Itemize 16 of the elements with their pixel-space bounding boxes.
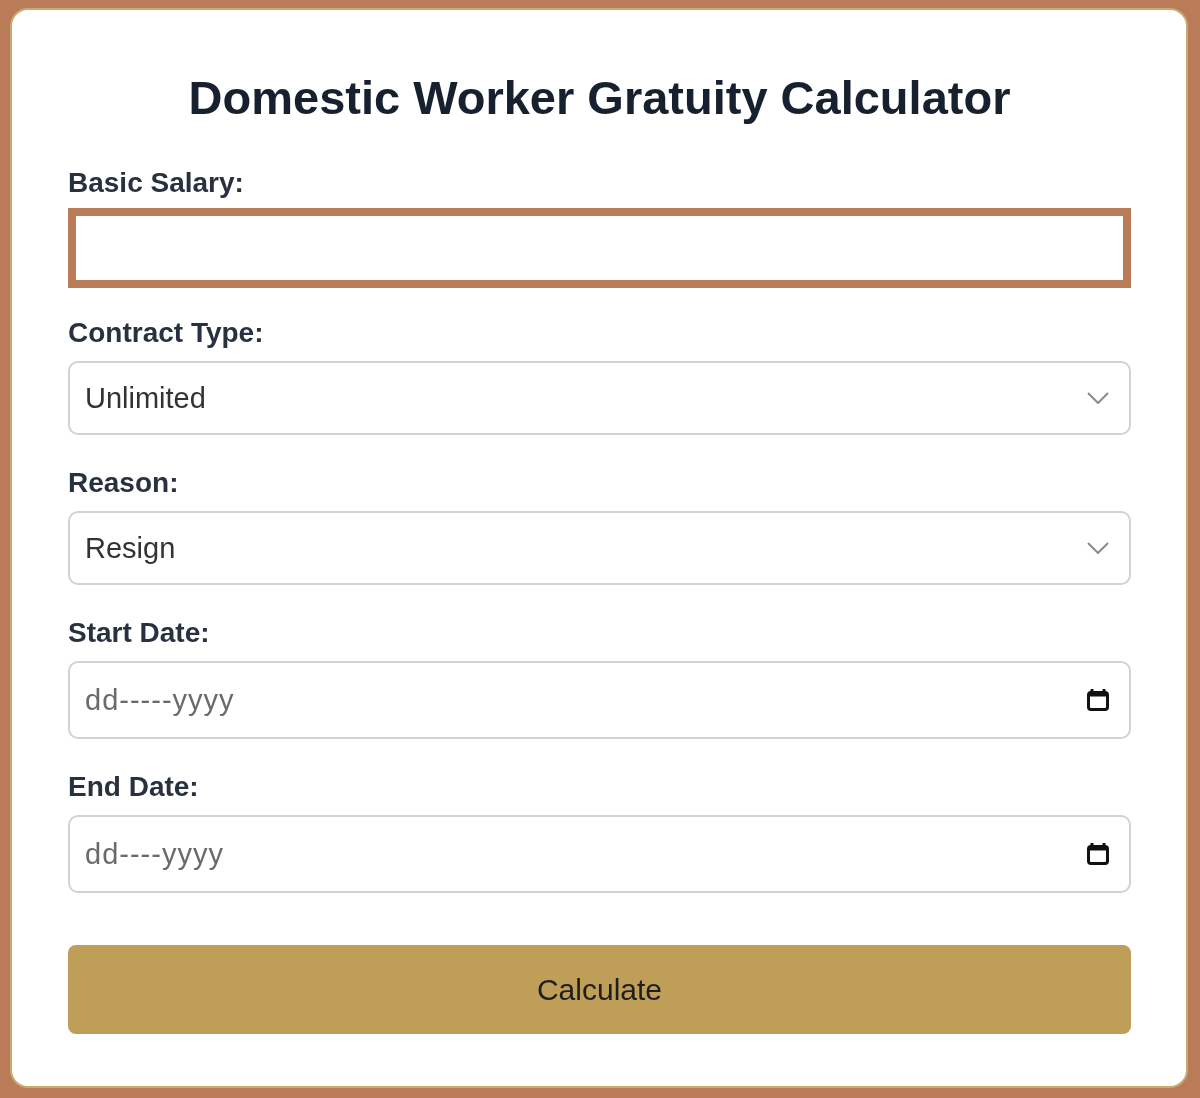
date-field[interactable]: dd----yyyy bbox=[68, 815, 1131, 893]
dropdown[interactable]: Unlimited bbox=[68, 361, 1131, 435]
field-label: Basic Salary: bbox=[68, 167, 245, 199]
input-field[interactable] bbox=[68, 208, 1131, 288]
field-label: Start Date: bbox=[68, 617, 211, 649]
field-label: Contract Type: bbox=[68, 317, 265, 349]
field-label: End Date: bbox=[68, 771, 200, 803]
field-label: Reason: bbox=[68, 467, 180, 499]
chevron-down-icon bbox=[1087, 392, 1109, 404]
date-field[interactable]: dd-----yyyy bbox=[68, 661, 1131, 739]
dropdown[interactable]: Resign bbox=[68, 511, 1131, 585]
calculate-button[interactable]: Calculate bbox=[68, 945, 1131, 1034]
calendar-icon bbox=[1087, 689, 1109, 711]
calendar-icon bbox=[1087, 843, 1109, 865]
page-title: Domestic Worker Gratuity Calculator bbox=[187, 72, 1012, 124]
chevron-down-icon bbox=[1087, 542, 1109, 554]
